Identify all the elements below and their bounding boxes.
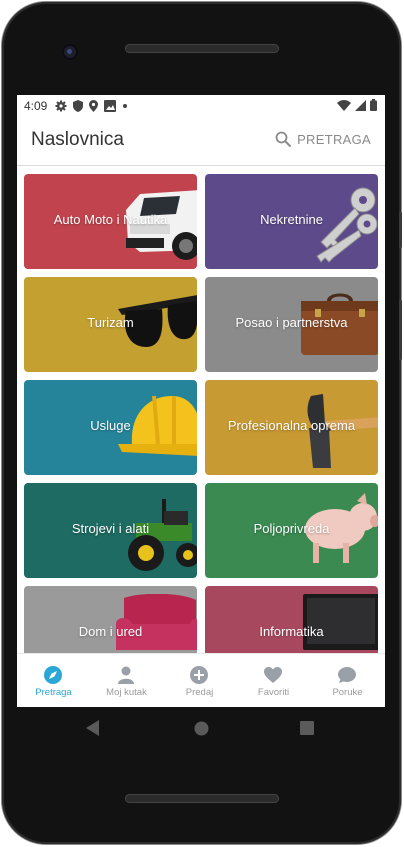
- category-label: Poljoprivreda: [253, 521, 330, 536]
- nav-item-moj-kutak[interactable]: Moj kutak: [90, 654, 163, 707]
- category-label: Strojevi i alati: [71, 521, 150, 536]
- search-button[interactable]: PRETRAGA: [275, 131, 371, 147]
- nav-item-pretraga[interactable]: Pretraga: [17, 654, 90, 707]
- phone-frame: 4:09 Naslovnica PRETRAGA Auto Moto i Nau…: [0, 0, 404, 847]
- category-tile-auto-moto[interactable]: Auto Moto i Nautika: [24, 174, 197, 269]
- power-button: [399, 300, 402, 360]
- category-label: Posao i partnerstva: [235, 315, 348, 330]
- category-tile-posao[interactable]: Posao i partnerstva: [205, 277, 378, 372]
- category-tile-poljoprivreda[interactable]: Poljoprivreda: [205, 483, 378, 578]
- category-label: Dom i ured: [78, 624, 143, 639]
- gear-icon: [55, 100, 67, 112]
- nav-label: Pretraga: [35, 687, 72, 698]
- recents-icon[interactable]: [300, 721, 314, 735]
- battery-icon: [370, 99, 377, 111]
- nav-item-predaj[interactable]: Predaj: [163, 654, 236, 707]
- nav-label: Poruke: [332, 687, 363, 698]
- status-time: 4:09: [24, 99, 48, 113]
- page-title: Naslovnica: [31, 129, 124, 150]
- volume-button: [399, 212, 402, 248]
- wifi-icon: [337, 99, 351, 111]
- home-icon[interactable]: [194, 721, 209, 736]
- bottom-nav: Pretraga Moj kutak Predaj Favoriti Poruk…: [17, 653, 385, 707]
- compass-icon: [44, 666, 62, 684]
- screen: 4:09 Naslovnica PRETRAGA Auto Moto i Nau…: [17, 95, 385, 707]
- category-label: Auto Moto i Nautika: [53, 212, 168, 227]
- category-label: Turizam: [87, 315, 134, 330]
- top-speaker: [125, 44, 279, 53]
- nav-label: Predaj: [185, 687, 214, 698]
- nav-item-favoriti[interactable]: Favoriti: [237, 654, 310, 707]
- nav-label: Favoriti: [257, 687, 290, 698]
- shield-icon: [73, 100, 84, 112]
- front-camera: [62, 44, 78, 60]
- status-bar: 4:09: [17, 95, 385, 117]
- nav-label: Moj kutak: [106, 687, 147, 698]
- search-label: PRETRAGA: [297, 131, 371, 147]
- dot-icon: [123, 104, 128, 108]
- category-tile-turizam[interactable]: Turizam: [24, 277, 197, 372]
- nav-item-poruke[interactable]: Poruke: [311, 654, 384, 707]
- category-tile-profesionalna-oprema[interactable]: Profesionalna oprema: [205, 380, 378, 475]
- image-icon: [104, 100, 117, 112]
- category-label: Usluge: [90, 418, 131, 433]
- location-icon: [89, 100, 99, 112]
- category-label: Informatika: [259, 624, 324, 639]
- category-tile-usluge[interactable]: Usluge: [24, 380, 197, 475]
- category-tile-strojevi[interactable]: Strojevi i alati: [24, 483, 197, 578]
- chat-icon: [338, 667, 356, 683]
- search-icon: [275, 131, 292, 147]
- bottom-speaker: [125, 794, 279, 803]
- person-icon: [118, 666, 134, 684]
- app-bar: Naslovnica PRETRAGA: [17, 117, 385, 166]
- category-label: Profesionalna oprema: [227, 418, 356, 433]
- cell-signal-icon: [355, 99, 366, 111]
- category-label: Nekretnine: [260, 212, 323, 227]
- back-icon[interactable]: [86, 720, 100, 736]
- system-nav-bar: [0, 707, 404, 752]
- plus-circle-icon: [190, 666, 208, 684]
- category-tile-nekretnine[interactable]: Nekretnine: [205, 174, 378, 269]
- heart-icon: [264, 667, 282, 683]
